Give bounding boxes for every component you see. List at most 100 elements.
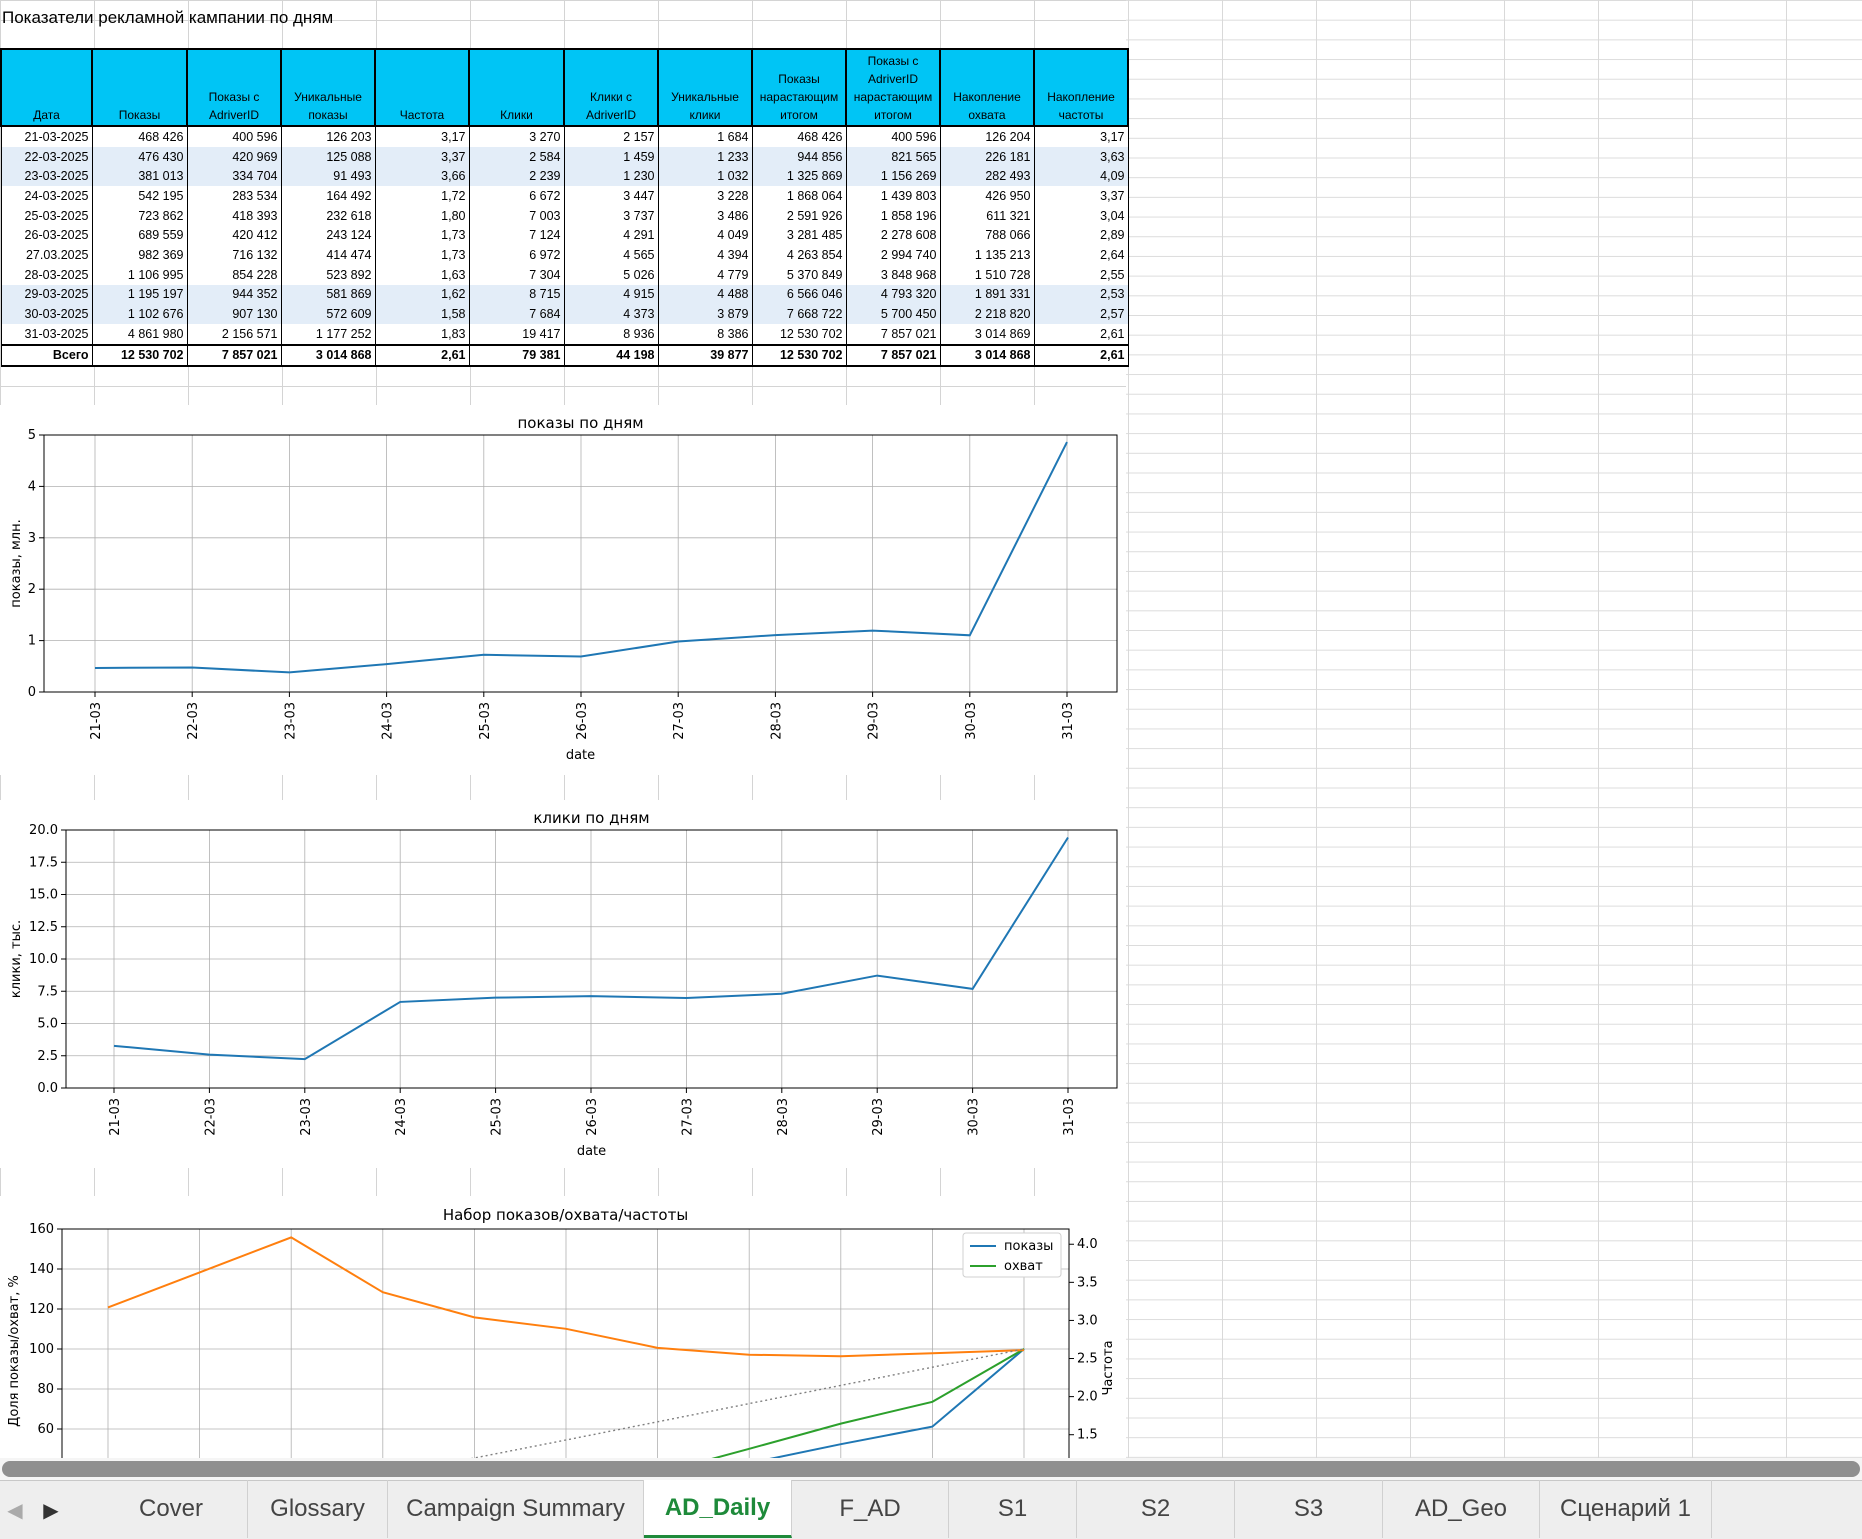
table-cell[interactable]: 126 204 [939, 126, 1035, 147]
table-cell[interactable]: 944 856 [751, 146, 847, 167]
table-cell[interactable]: 611 321 [939, 205, 1035, 226]
table-cell[interactable]: 1,62 [374, 284, 470, 305]
table-cell[interactable]: 4 291 [563, 225, 659, 246]
table-cell[interactable]: 30-03-2025 [0, 304, 93, 324]
table-cell[interactable]: 3,37 [374, 146, 470, 167]
table-cell[interactable]: 1 684 [657, 126, 753, 147]
table-cell[interactable]: 1,72 [374, 186, 470, 206]
table-cell[interactable]: 1,73 [374, 245, 470, 265]
total-cell[interactable]: 7 857 021 [845, 343, 941, 368]
table-cell[interactable]: 1 106 995 [91, 264, 188, 285]
table-cell[interactable]: 8 715 [468, 284, 565, 305]
table-cell[interactable]: 1 510 728 [939, 264, 1035, 285]
table-cell[interactable]: 3 737 [563, 205, 659, 226]
table-cell[interactable]: 418 393 [186, 205, 282, 226]
table-cell[interactable]: 4 373 [563, 304, 659, 324]
table-cell[interactable]: 3,63 [1033, 146, 1129, 167]
table-cell[interactable]: 1 177 252 [280, 323, 376, 345]
total-cell[interactable]: 79 381 [468, 343, 565, 368]
table-cell[interactable]: 3,66 [374, 166, 470, 187]
table-cell[interactable]: 91 493 [280, 166, 376, 187]
table-cell[interactable]: 3 281 485 [751, 225, 847, 246]
sheet-tab[interactable]: AD_Daily [644, 1480, 792, 1538]
table-cell[interactable]: 27.03.2025 [0, 245, 93, 265]
table-cell[interactable]: 4 049 [657, 225, 753, 246]
table-cell[interactable]: 716 132 [186, 245, 282, 265]
table-cell[interactable]: 6 972 [468, 245, 565, 265]
table-cell[interactable]: 4 861 980 [91, 323, 188, 345]
table-cell[interactable]: 3 879 [657, 304, 753, 324]
table-cell[interactable]: 2 157 [563, 126, 659, 147]
table-cell[interactable]: 19 417 [468, 323, 565, 345]
table-cell[interactable]: 3 848 968 [845, 264, 941, 285]
table-cell[interactable]: 414 474 [280, 245, 376, 265]
total-cell[interactable]: 2,61 [374, 343, 470, 368]
table-cell[interactable]: 7 124 [468, 225, 565, 246]
table-cell[interactable]: 4 915 [563, 284, 659, 305]
table-cell[interactable]: 4 793 320 [845, 284, 941, 305]
table-cell[interactable]: 821 565 [845, 146, 941, 167]
table-cell[interactable]: 1,58 [374, 304, 470, 324]
sheet-tab[interactable]: Сценарий 1 [1540, 1480, 1712, 1538]
table-cell[interactable]: 982 369 [91, 245, 188, 265]
table-cell[interactable]: 854 228 [186, 264, 282, 285]
table-cell[interactable]: 1,73 [374, 225, 470, 246]
scroll-tabs-right-icon[interactable]: ▶ [36, 1495, 66, 1525]
spreadsheet-grid[interactable]: Показатели рекламной кампании по дням Да… [0, 0, 1862, 1480]
table-cell[interactable]: 23-03-2025 [0, 166, 93, 187]
table-cell[interactable]: 2,55 [1033, 264, 1129, 285]
table-cell[interactable]: 907 130 [186, 304, 282, 324]
table-cell[interactable]: 4 488 [657, 284, 753, 305]
scroll-tabs-left-icon[interactable]: ◀ [0, 1495, 30, 1525]
table-cell[interactable]: 2,64 [1033, 245, 1129, 265]
table-cell[interactable]: 2 584 [468, 146, 565, 167]
table-cell[interactable]: 1 325 869 [751, 166, 847, 187]
table-cell[interactable]: 8 386 [657, 323, 753, 345]
table-cell[interactable]: 3,37 [1033, 186, 1129, 206]
table-cell[interactable]: 1,63 [374, 264, 470, 285]
table-cell[interactable]: 232 618 [280, 205, 376, 226]
total-cell[interactable]: 3 014 868 [280, 343, 376, 368]
table-cell[interactable]: 3 447 [563, 186, 659, 206]
table-cell[interactable]: 126 203 [280, 126, 376, 147]
table-cell[interactable]: 1 439 803 [845, 186, 941, 206]
table-cell[interactable]: 7 304 [468, 264, 565, 285]
table-cell[interactable]: 1 032 [657, 166, 753, 187]
table-cell[interactable]: 226 181 [939, 146, 1035, 167]
table-cell[interactable]: 6 672 [468, 186, 565, 206]
sheet-tab[interactable]: Glossary [248, 1480, 388, 1538]
total-cell[interactable]: 7 857 021 [186, 343, 282, 368]
table-cell[interactable]: 2 278 608 [845, 225, 941, 246]
table-cell[interactable]: 3,17 [1033, 126, 1129, 147]
total-cell[interactable]: 12 530 702 [751, 343, 847, 368]
table-cell[interactable]: 7 668 722 [751, 304, 847, 324]
total-cell[interactable]: 39 877 [657, 343, 753, 368]
total-cell[interactable]: Всего [0, 343, 93, 368]
sheet-tab[interactable]: S2 [1077, 1480, 1235, 1538]
table-cell[interactable]: 31-03-2025 [0, 323, 93, 345]
sheet-tab[interactable]: S3 [1235, 1480, 1383, 1538]
horizontal-scrollbar-thumb[interactable] [2, 1461, 1860, 1477]
table-cell[interactable]: 944 352 [186, 284, 282, 305]
table-cell[interactable]: 4 565 [563, 245, 659, 265]
table-cell[interactable]: 5 700 450 [845, 304, 941, 324]
table-cell[interactable]: 2 218 820 [939, 304, 1035, 324]
table-cell[interactable]: 3,04 [1033, 205, 1129, 226]
table-cell[interactable]: 7 857 021 [845, 323, 941, 345]
table-cell[interactable]: 1 858 196 [845, 205, 941, 226]
sheet-tab[interactable]: S1 [949, 1480, 1077, 1538]
table-cell[interactable]: 5 026 [563, 264, 659, 285]
table-cell[interactable]: 5 370 849 [751, 264, 847, 285]
table-cell[interactable]: 426 950 [939, 186, 1035, 206]
table-cell[interactable]: 381 013 [91, 166, 188, 187]
table-cell[interactable]: 25-03-2025 [0, 205, 93, 226]
table-cell[interactable]: 400 596 [845, 126, 941, 147]
table-cell[interactable]: 523 892 [280, 264, 376, 285]
table-cell[interactable]: 1 135 213 [939, 245, 1035, 265]
table-cell[interactable]: 29-03-2025 [0, 284, 93, 305]
total-cell[interactable]: 3 014 868 [939, 343, 1035, 368]
table-cell[interactable]: 24-03-2025 [0, 186, 93, 206]
table-cell[interactable]: 1 459 [563, 146, 659, 167]
table-cell[interactable]: 476 430 [91, 146, 188, 167]
table-cell[interactable]: 1 102 676 [91, 304, 188, 324]
